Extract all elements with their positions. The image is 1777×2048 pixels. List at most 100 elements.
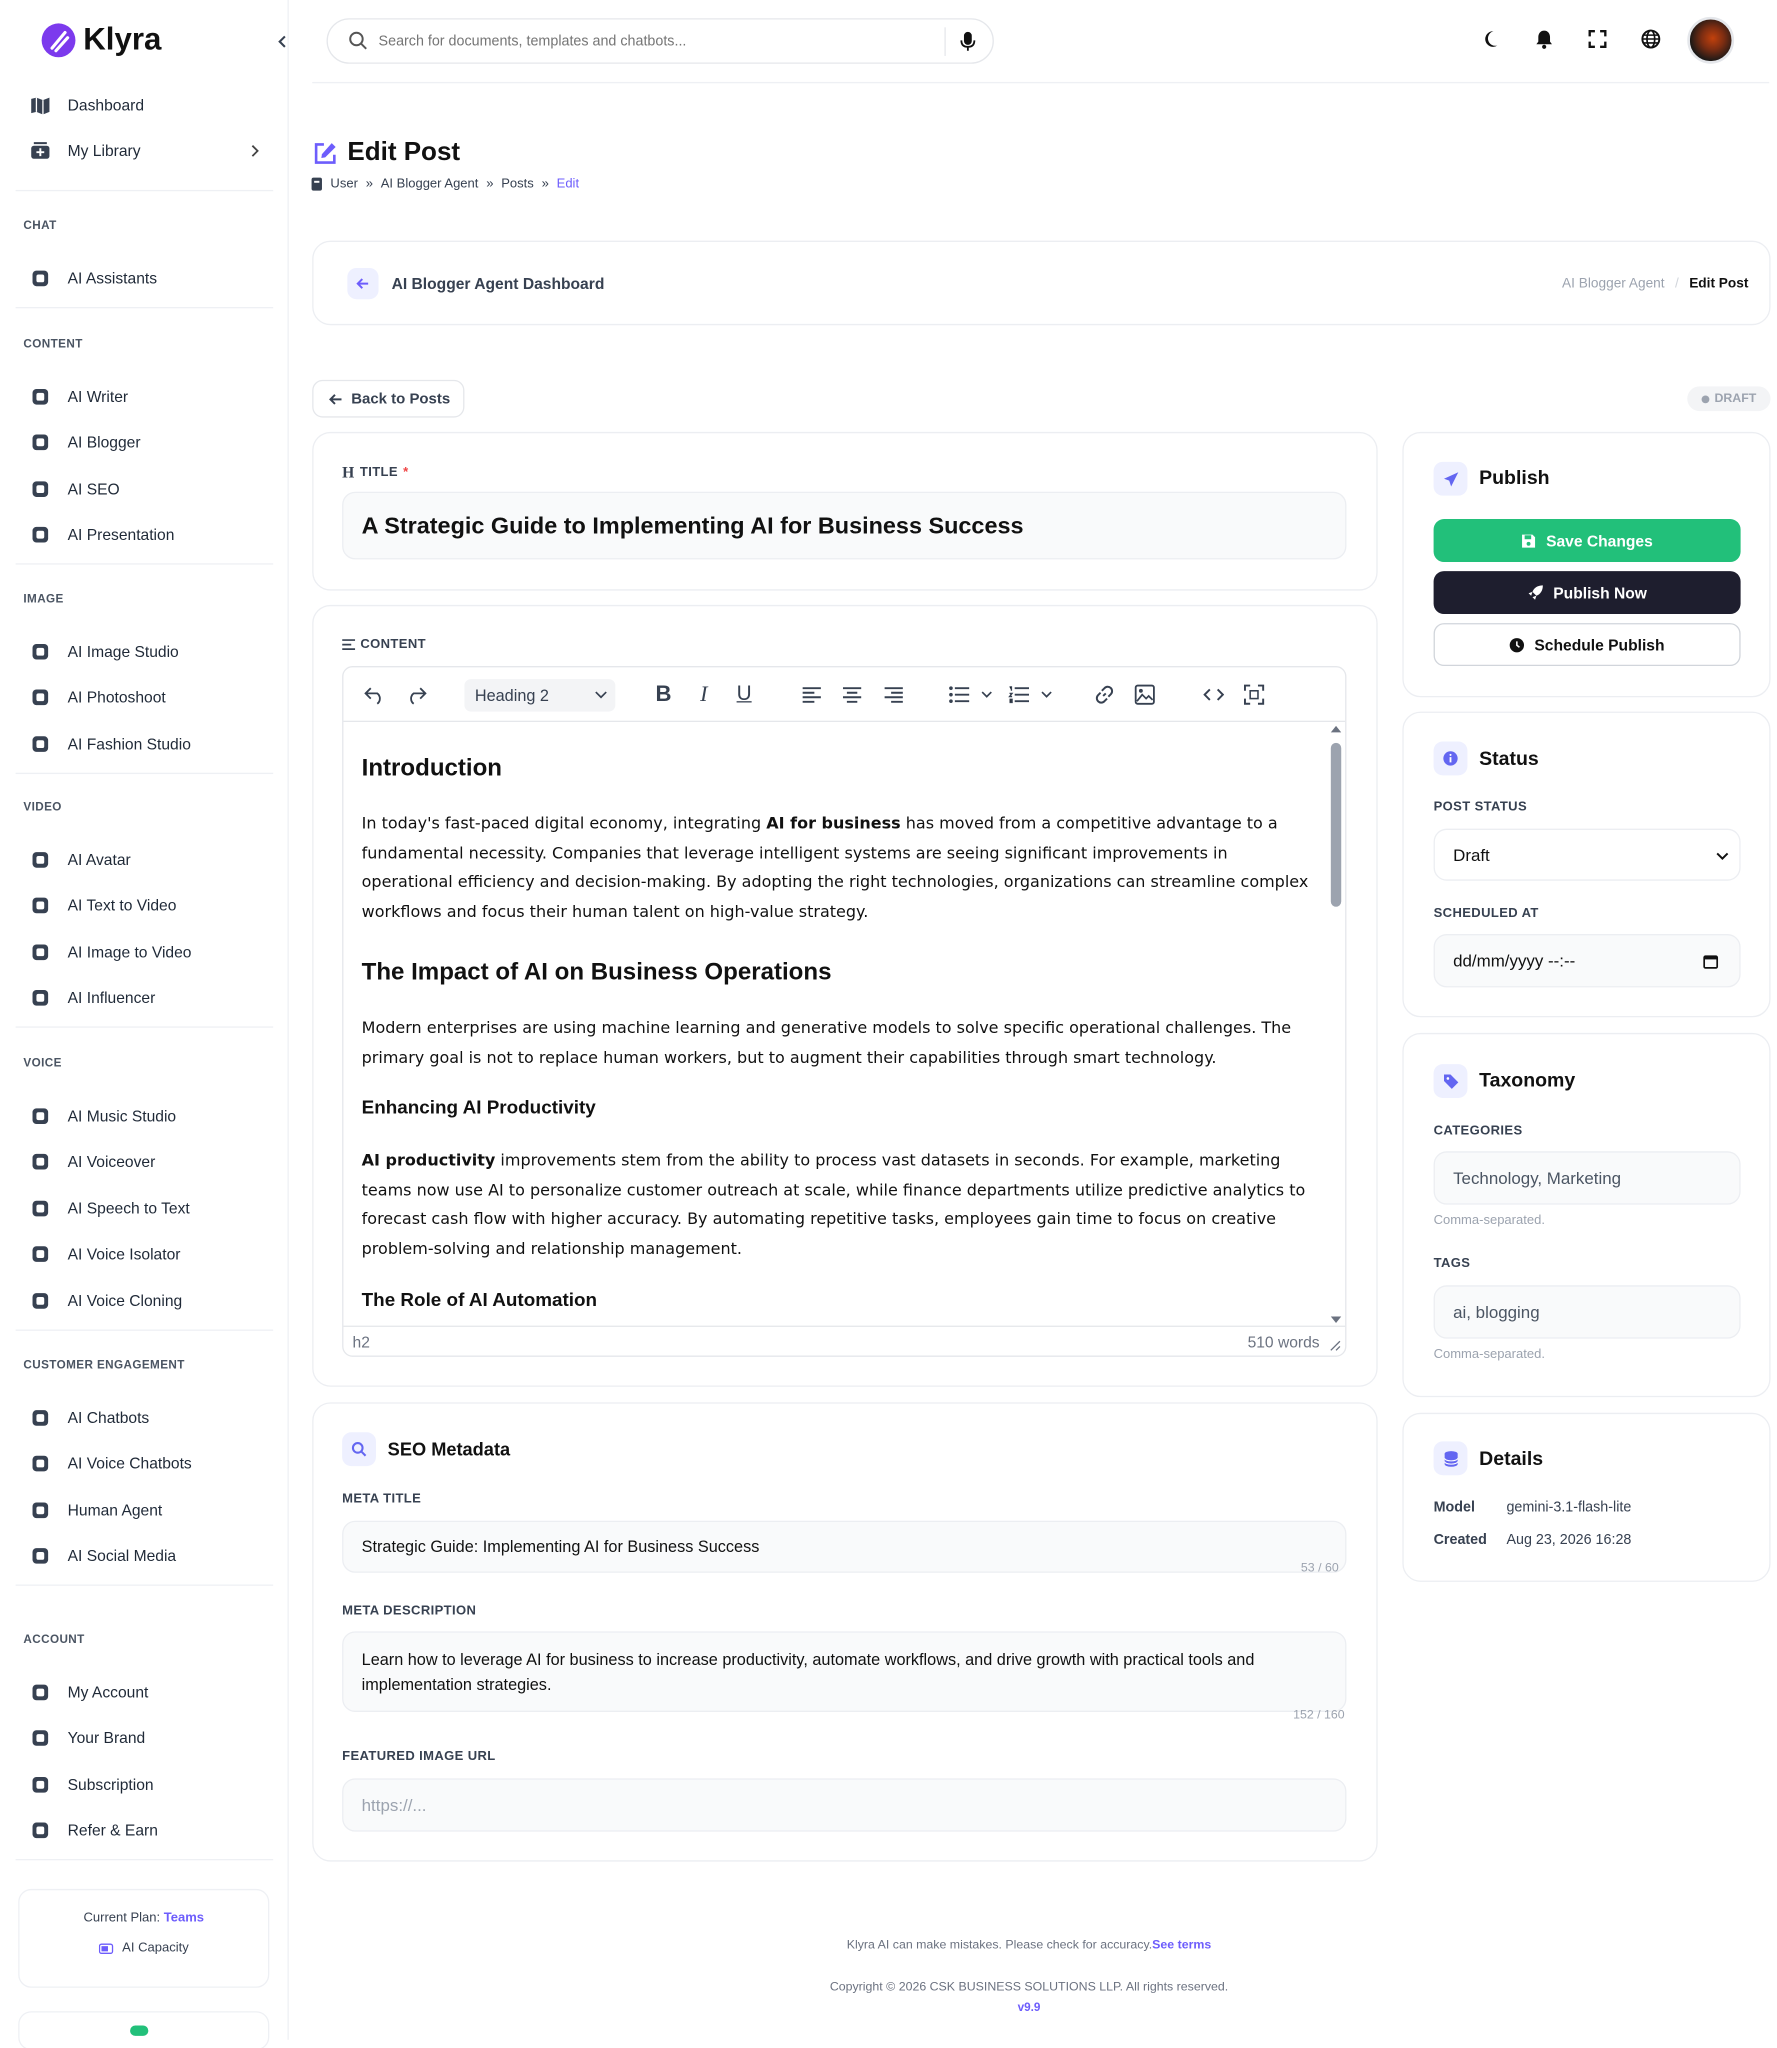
sidebar-item-ai-photoshoot[interactable]: AI Photoshoot xyxy=(29,682,270,713)
sidebar-item-ai-assistants[interactable]: AI Assistants xyxy=(29,263,270,294)
human-agent-icon xyxy=(29,1498,52,1521)
meta-title-input[interactable]: Strategic Guide: Implementing AI for Bus… xyxy=(342,1520,1347,1573)
logo[interactable]: Klyra xyxy=(41,22,161,58)
sidebar-item-ai-writer[interactable]: AI Writer xyxy=(29,381,270,412)
sidebar-item-ai-image-to-video[interactable]: AI Image to Video xyxy=(29,936,270,967)
image-icon[interactable] xyxy=(1132,682,1158,708)
dark-mode-moon-icon[interactable] xyxy=(1483,29,1506,52)
sidebar-item-ai-blogger[interactable]: AI Blogger xyxy=(29,427,270,458)
sidebar-item-my-library[interactable]: My Library xyxy=(29,135,270,166)
sidebar-item-ai-seo[interactable]: AI SEO xyxy=(29,473,270,504)
align-center-icon[interactable] xyxy=(839,682,865,708)
categories-value: Technology, Marketing xyxy=(1453,1168,1622,1188)
sidebar-item-ai-speech-to-text[interactable]: AI Speech to Text xyxy=(29,1193,270,1224)
featured-image-input[interactable]: https://... xyxy=(342,1778,1347,1832)
bold-icon[interactable]: B xyxy=(650,682,676,708)
sidebar-item-ai-influencer[interactable]: AI Influencer xyxy=(29,982,270,1013)
categories-input[interactable]: Technology, Marketing xyxy=(1433,1151,1741,1205)
map-icon xyxy=(29,94,52,117)
breadcrumb-agent[interactable]: AI Blogger Agent xyxy=(381,177,479,191)
align-left-icon[interactable] xyxy=(799,682,825,708)
see-terms-link[interactable]: See terms xyxy=(1152,1938,1211,1952)
sidebar-item-ai-presentation[interactable]: AI Presentation xyxy=(29,519,270,550)
crumb-agent[interactable]: AI Blogger Agent xyxy=(1562,276,1665,292)
microphone-icon[interactable] xyxy=(960,31,976,52)
block-format-select[interactable]: Heading 2 xyxy=(464,679,616,712)
page-title-text: Edit Post xyxy=(347,137,461,167)
sidebar-item-ai-voice-isolator[interactable]: AI Voice Isolator xyxy=(29,1239,270,1270)
fullscreen-icon[interactable] xyxy=(1587,29,1610,52)
meta-description-textarea[interactable]: Learn how to leverage AI for business to… xyxy=(342,1631,1347,1712)
sidebar-item-your-brand[interactable]: Your Brand xyxy=(29,1723,270,1754)
underline-icon[interactable]: U xyxy=(731,682,757,708)
ai-capacity[interactable]: AI Capacity xyxy=(20,1941,268,1955)
italic-icon[interactable]: I xyxy=(691,682,717,708)
title-input[interactable]: A Strategic Guide to Implementing AI for… xyxy=(342,491,1347,560)
back-to-posts-button[interactable]: Back to Posts xyxy=(312,379,465,418)
ai-chatbots-icon xyxy=(29,1406,52,1429)
link-icon[interactable] xyxy=(1091,682,1117,708)
klyra-logo-icon xyxy=(41,23,76,58)
sidebar-item-ai-social-media[interactable]: AI Social Media xyxy=(29,1541,270,1572)
sidebar-item-dashboard[interactable]: Dashboard xyxy=(29,90,270,121)
agent-dashboard-link[interactable]: AI Blogger Agent Dashboard xyxy=(392,274,605,292)
sidebar-item-label: Dashboard xyxy=(67,96,145,115)
sidebar-item-human-agent[interactable]: Human Agent xyxy=(29,1494,270,1525)
sidebar-item-ai-fashion-studio[interactable]: AI Fashion Studio xyxy=(29,728,270,759)
undo-icon[interactable] xyxy=(362,682,388,708)
editor-body[interactable]: Introduction In today's fast-paced digit… xyxy=(343,722,1326,1324)
search-input[interactable] xyxy=(378,33,925,49)
scrollbar-thumb[interactable] xyxy=(1330,742,1342,907)
back-arrow-icon[interactable] xyxy=(347,267,379,300)
scheduled-at-input[interactable]: dd/mm/yyyy --:-- xyxy=(1433,934,1741,988)
ai-capacity-label: AI Capacity xyxy=(122,1940,189,1956)
collapse-sidebar-icon[interactable] xyxy=(271,31,294,52)
breadcrumb-posts[interactable]: Posts xyxy=(501,177,534,191)
sidebar-item-ai-chatbots[interactable]: AI Chatbots xyxy=(29,1402,270,1433)
avatar[interactable] xyxy=(1687,16,1735,64)
sidebar-item-ai-text-to-video[interactable]: AI Text to Video xyxy=(29,890,270,921)
meta-title-label: META TITLE xyxy=(342,1492,422,1507)
post-status-select[interactable]: Draft xyxy=(1433,828,1741,881)
editor-scrollbar[interactable] xyxy=(1330,725,1343,1324)
paragraph-intro: In today's fast-paced digital economy, i… xyxy=(361,814,1309,921)
bell-icon[interactable] xyxy=(1534,29,1557,52)
sidebar-item-ai-image-studio[interactable]: AI Image Studio xyxy=(29,636,270,667)
tags-input[interactable]: ai, blogging xyxy=(1433,1285,1741,1339)
resize-handle-icon[interactable] xyxy=(1330,1340,1342,1352)
model-label: Model xyxy=(1433,1499,1475,1516)
globe-icon[interactable] xyxy=(1640,29,1663,52)
schedule-publish-button[interactable]: Schedule Publish xyxy=(1433,623,1741,667)
rocket-icon xyxy=(1527,584,1544,601)
section-label-voice: VOICE xyxy=(23,1056,62,1070)
code-icon[interactable] xyxy=(1201,682,1227,708)
save-changes-button[interactable]: Save Changes xyxy=(1433,519,1741,562)
breadcrumb-current: Edit xyxy=(556,176,580,192)
scroll-up-icon[interactable] xyxy=(1330,725,1342,733)
plan-link[interactable]: Teams xyxy=(164,1911,204,1925)
align-right-icon[interactable] xyxy=(881,682,907,708)
word-count: 510 words xyxy=(1247,1333,1320,1352)
sidebar-item-ai-avatar[interactable]: AI Avatar xyxy=(29,844,270,875)
redo-icon[interactable] xyxy=(403,682,429,708)
fullscreen-icon[interactable] xyxy=(1241,682,1267,708)
status-dot-icon xyxy=(130,2025,149,2036)
search-bar[interactable] xyxy=(326,18,994,64)
sidebar-item-refer-earn[interactable]: Refer & Earn xyxy=(29,1815,270,1846)
sidebar-item-ai-voice-chatbots[interactable]: AI Voice Chatbots xyxy=(29,1448,270,1479)
sidebar-item-ai-voiceover[interactable]: AI Voiceover xyxy=(29,1147,270,1178)
calendar-icon[interactable] xyxy=(1703,954,1719,970)
sidebar-item-subscription[interactable]: Subscription xyxy=(29,1769,270,1800)
sidebar-item-ai-voice-cloning[interactable]: AI Voice Cloning xyxy=(29,1285,270,1316)
sidebar-item-my-account[interactable]: My Account xyxy=(29,1677,270,1708)
status-title: Status xyxy=(1479,748,1539,771)
sidebar-item-label: Your Brand xyxy=(67,1729,146,1748)
numbered-list-icon[interactable] xyxy=(1007,682,1054,708)
breadcrumb-user[interactable]: User xyxy=(330,177,357,191)
scroll-down-icon[interactable] xyxy=(1330,1316,1342,1324)
publish-now-button[interactable]: Publish Now xyxy=(1433,571,1741,615)
title-label: H TITLE * xyxy=(342,463,409,482)
divider xyxy=(15,189,274,192)
sidebar-item-ai-music-studio[interactable]: AI Music Studio xyxy=(29,1101,270,1132)
bullet-list-icon[interactable] xyxy=(947,682,994,708)
